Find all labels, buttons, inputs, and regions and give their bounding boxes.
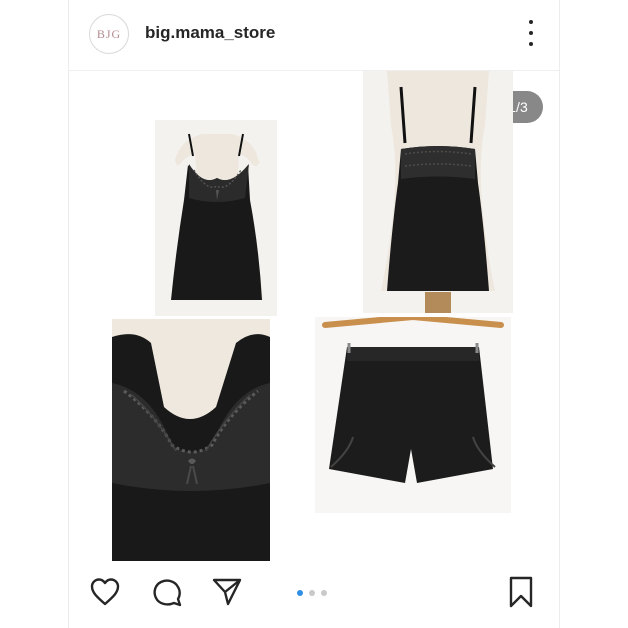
comment-icon[interactable] (151, 576, 183, 608)
avatar[interactable]: BJG (89, 14, 129, 54)
username[interactable]: big.mama_store (145, 23, 275, 43)
carousel-pagination (297, 590, 331, 598)
pagination-dot (309, 590, 315, 596)
photo-back-view (363, 71, 513, 313)
post-header: BJG big.mama_store (69, 0, 559, 71)
post-actions (69, 566, 559, 620)
photo-front-view (155, 120, 277, 316)
pagination-dot-active (297, 590, 303, 596)
instagram-post: BJG big.mama_store 1/3 (68, 0, 560, 628)
more-options-icon[interactable] (527, 20, 535, 46)
bookmark-icon[interactable] (507, 576, 535, 608)
post-media-carousel[interactable]: 1/3 (69, 71, 559, 561)
photo-shorts (315, 317, 511, 513)
pagination-dot (321, 590, 327, 596)
heart-icon[interactable] (89, 576, 121, 608)
share-icon[interactable] (211, 576, 243, 608)
photo-lace-detail (112, 319, 270, 561)
